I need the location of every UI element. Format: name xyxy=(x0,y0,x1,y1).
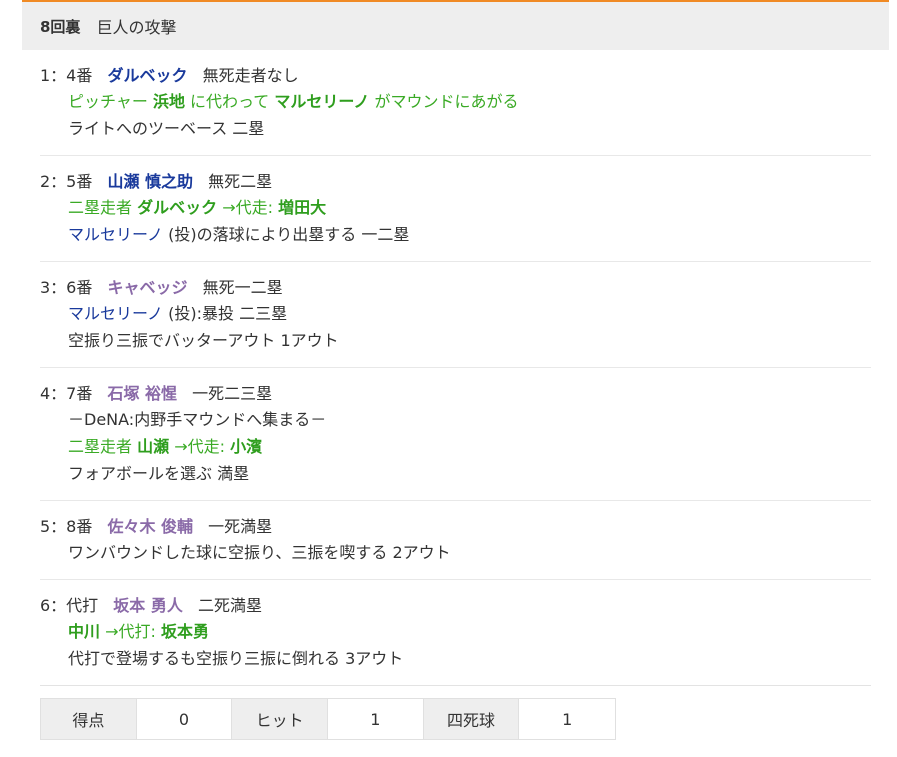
player-name: 増田大 xyxy=(278,198,327,217)
player-name: マルセリーノ xyxy=(274,92,370,111)
player-name: 浜地 xyxy=(152,92,185,111)
player-name: 中川 xyxy=(68,622,101,641)
play-result: ライトへのツーベース 二塁 xyxy=(68,119,265,138)
runs-label: 得点 xyxy=(41,699,137,739)
play-number: 1：4番 xyxy=(40,66,93,85)
play-result: 空振り三振でバッターアウト 1アウト xyxy=(68,331,339,350)
play-list: 1：4番 ダルベック 無死走者なし ピッチャー 浜地 に代わって マルセリーノ … xyxy=(22,50,889,686)
runner-change: 二塁走者 ダルベック →代走: 増田大 xyxy=(40,194,871,221)
batter-link[interactable]: 坂本 勇人 xyxy=(113,596,183,615)
play-result: マルセリーノ (投)の落球により出塁する 一二塁 xyxy=(40,221,871,248)
inning-panel: 8回裏 巨人の攻撃 1：4番 ダルベック 無死走者なし ピッチャー 浜地 に代わ… xyxy=(22,0,889,740)
play-number: 2：5番 xyxy=(40,172,93,191)
change-text: がマウンドにあがる xyxy=(374,92,519,111)
pitcher-link[interactable]: マルセリーノ xyxy=(68,225,163,244)
batter-link[interactable]: 佐々木 俊輔 xyxy=(107,517,193,536)
situation: 無死走者なし xyxy=(202,66,299,85)
situation: 無死一二塁 xyxy=(202,278,283,297)
batter-link[interactable]: キャベッジ xyxy=(107,278,187,297)
event-text: (投):暴投 二三塁 xyxy=(168,304,288,323)
play-number: 4：7番 xyxy=(40,384,93,403)
walks-value: 1 xyxy=(562,709,573,729)
play-result: フォアボールを選ぶ 満塁 xyxy=(68,464,250,483)
play-number: 6：代打 xyxy=(40,596,99,615)
pitcher-change: ピッチャー 浜地 に代わって マルセリーノ がマウンドにあがる xyxy=(40,88,871,115)
inning-title: 巨人の攻撃 xyxy=(96,18,177,37)
change-text: に代わって xyxy=(190,92,270,111)
inning-header: 8回裏 巨人の攻撃 xyxy=(22,0,889,50)
play-item: 1：4番 ダルベック 無死走者なし ピッチャー 浜地 に代わって マルセリーノ … xyxy=(40,50,871,156)
change-text: ピッチャー xyxy=(68,92,148,111)
pitcher-link[interactable]: マルセリーノ xyxy=(68,304,163,323)
situation: 二死満塁 xyxy=(197,596,262,615)
play-item: 3：6番 キャベッジ 無死一二塁 マルセリーノ (投):暴投 二三塁 空振り三振… xyxy=(40,262,871,368)
batter-link[interactable]: 石塚 裕惺 xyxy=(107,384,177,403)
play-event: マルセリーノ (投):暴投 二三塁 xyxy=(40,300,871,327)
player-name: 山瀬 xyxy=(137,437,170,456)
play-number: 5：8番 xyxy=(40,517,93,536)
change-text: →代走: xyxy=(174,437,226,456)
runs-value: 0 xyxy=(137,699,233,739)
player-name: 坂本勇 xyxy=(161,622,210,641)
batter-link[interactable]: ダルベック xyxy=(107,66,187,85)
player-name: 小濱 xyxy=(230,437,263,456)
inning-summary-table: 得点 0 ヒット 1 四死球 1 xyxy=(40,698,616,740)
situation: 無死二塁 xyxy=(208,172,273,191)
hits-value: 1 xyxy=(328,699,424,739)
play-result: ワンバウンドした球に空振り、三振を喫する 2アウト xyxy=(68,543,451,562)
change-text: 二塁走者 xyxy=(68,437,133,456)
play-item: 6：代打 坂本 勇人 二死満塁 中川 →代打: 坂本勇 代打で登場するも空振り三… xyxy=(40,580,871,686)
play-item: 2：5番 山瀬 慎之助 無死二塁 二塁走者 ダルベック →代走: 増田大 マルセ… xyxy=(40,156,871,262)
hits-label: ヒット xyxy=(232,699,329,739)
walks-label: 四死球 xyxy=(423,699,520,739)
batter-link[interactable]: 山瀬 慎之助 xyxy=(107,172,193,191)
runner-change: 二塁走者 山瀬 →代走: 小濱 xyxy=(40,433,871,460)
situation: 一死二三塁 xyxy=(192,384,273,403)
change-text: →代走: xyxy=(222,198,274,217)
play-result: 代打で登場するも空振り三振に倒れる 3アウト xyxy=(68,649,404,668)
pinch-hitter-change: 中川 →代打: 坂本勇 xyxy=(40,618,871,645)
change-text: 二塁走者 xyxy=(68,198,133,217)
situation: 一死満塁 xyxy=(208,517,273,536)
play-item: 5：8番 佐々木 俊輔 一死満塁 ワンバウンドした球に空振り、三振を喫する 2ア… xyxy=(40,501,871,580)
play-item: 4：7番 石塚 裕惺 一死二三塁 －DeNA:内野手マウンドへ集まる－ 二塁走者… xyxy=(40,368,871,501)
result-text: (投)の落球により出塁する 一二塁 xyxy=(168,225,410,244)
play-event: －DeNA:内野手マウンドへ集まる－ xyxy=(68,410,327,429)
play-number: 3：6番 xyxy=(40,278,93,297)
player-name: ダルベック xyxy=(137,198,218,217)
inning-label: 8回裏 xyxy=(40,17,81,36)
change-text: →代打: xyxy=(105,622,156,641)
